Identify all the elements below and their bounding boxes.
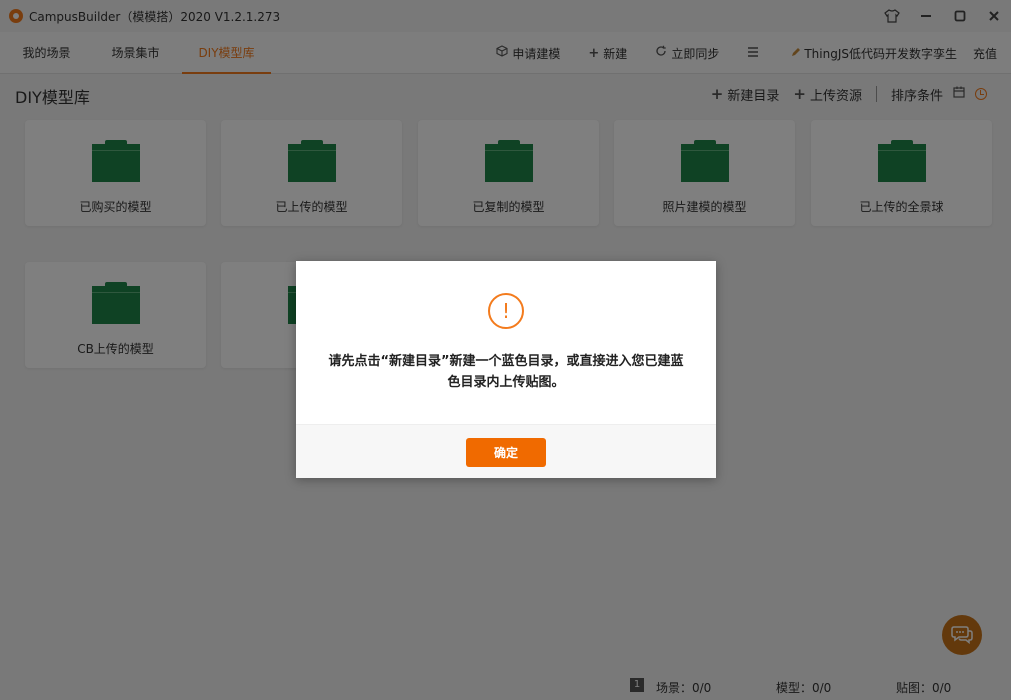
confirm-button[interactable]: 确定: [466, 438, 546, 467]
dialog-footer: 确定: [296, 424, 716, 478]
dialog-message-line: 请先点击“新建目录”新建一个蓝色目录，或直接进入您已建蓝: [328, 354, 684, 369]
dialog-message-line: 色目录内上传贴图。: [447, 375, 565, 390]
alert-dialog: ! 请先点击“新建目录”新建一个蓝色目录，或直接进入您已建蓝 色目录内上传贴图。…: [296, 261, 716, 478]
dialog-message: 请先点击“新建目录”新建一个蓝色目录，或直接进入您已建蓝 色目录内上传贴图。: [306, 351, 706, 393]
exclamation-icon: !: [488, 293, 524, 329]
